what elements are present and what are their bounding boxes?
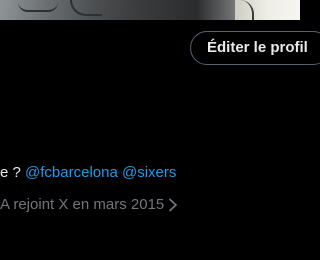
banner-line-art <box>18 2 58 12</box>
bio-text: e ? <box>0 164 21 181</box>
joined-date-text: A rejoint X en mars 2015 <box>0 196 165 213</box>
banner-art-middle <box>130 0 240 20</box>
edit-profile-button[interactable]: Éditer le profil <box>190 31 320 65</box>
chevron-right-icon <box>168 198 178 212</box>
profile-bio: e ? @fcbarcelona @sixers <box>0 164 176 182</box>
mention-link-fcbarcelona[interactable]: @fcbarcelona <box>25 164 118 181</box>
joined-date[interactable]: A rejoint X en mars 2015 <box>0 196 178 214</box>
profile-banner[interactable] <box>0 0 300 20</box>
mention-link-sixers[interactable]: @sixers <box>122 164 176 181</box>
